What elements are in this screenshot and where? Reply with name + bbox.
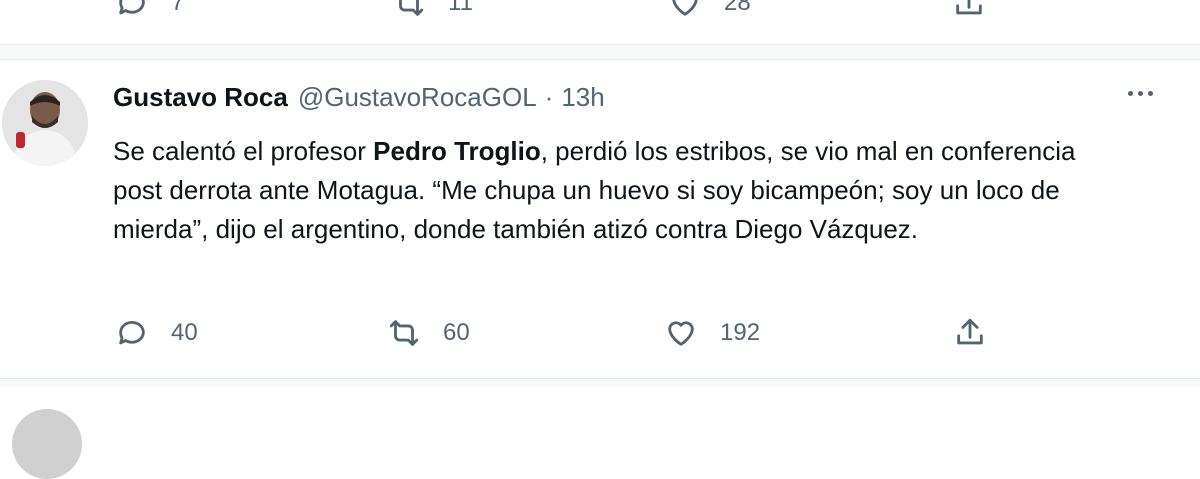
- separator-dot: ·: [544, 82, 554, 112]
- like-count: 28: [724, 0, 751, 16]
- tweet-separator: [0, 379, 1200, 387]
- heart-icon: [668, 321, 694, 346]
- tweet-separator: [0, 45, 1200, 60]
- avatar[interactable]: [2, 80, 88, 166]
- profile-photo: [2, 80, 88, 166]
- share-button[interactable]: [952, 0, 986, 20]
- retweet-count: 11: [448, 0, 473, 16]
- retweet-icon: [389, 320, 419, 346]
- retweet-count: 60: [443, 319, 470, 346]
- retweet-button[interactable]: 60: [387, 316, 470, 350]
- like-count: 192: [720, 319, 761, 346]
- tweet-timestamp[interactable]: 13h: [561, 82, 604, 113]
- retweet-icon: [399, 0, 424, 16]
- reply-count: 40: [171, 319, 198, 346]
- reply-button[interactable]: 40: [115, 316, 198, 350]
- more-options-icon: [1127, 90, 1153, 96]
- more-options-button[interactable]: [1120, 78, 1160, 108]
- tweet-card[interactable]: Gustavo Roca @GustavoRocaGOL · 13h Se ca…: [0, 60, 1200, 379]
- tweet-text-part1: Se calentó el profesor: [113, 136, 374, 166]
- share-icon: [957, 318, 983, 345]
- share-button[interactable]: [953, 316, 987, 350]
- heart-icon: [672, 0, 698, 16]
- author-handle[interactable]: @GustavoRocaGOL: [298, 82, 537, 113]
- like-button[interactable]: 28: [668, 0, 751, 20]
- tweet-header: Gustavo Roca @GustavoRocaGOL · 13h: [113, 82, 605, 113]
- like-button[interactable]: 192: [664, 316, 760, 350]
- retweet-button[interactable]: 11: [392, 0, 473, 20]
- author-name[interactable]: Gustavo Roca: [113, 82, 288, 113]
- next-tweet-card[interactable]: [0, 379, 1200, 479]
- reply-button[interactable]: 7: [115, 0, 184, 20]
- reply-icon: [119, 0, 145, 15]
- mentioned-person: Pedro Troglio: [373, 136, 541, 166]
- reply-icon: [119, 321, 145, 345]
- tweet-actions: 40 60 192: [0, 310, 1200, 360]
- share-icon: [956, 0, 982, 15]
- reply-count: 7: [171, 0, 185, 16]
- previous-tweet-actions: 7 11 28: [0, 0, 1200, 45]
- tweet-text: Se calentó el profesor Pedro Troglio, pe…: [113, 132, 1113, 249]
